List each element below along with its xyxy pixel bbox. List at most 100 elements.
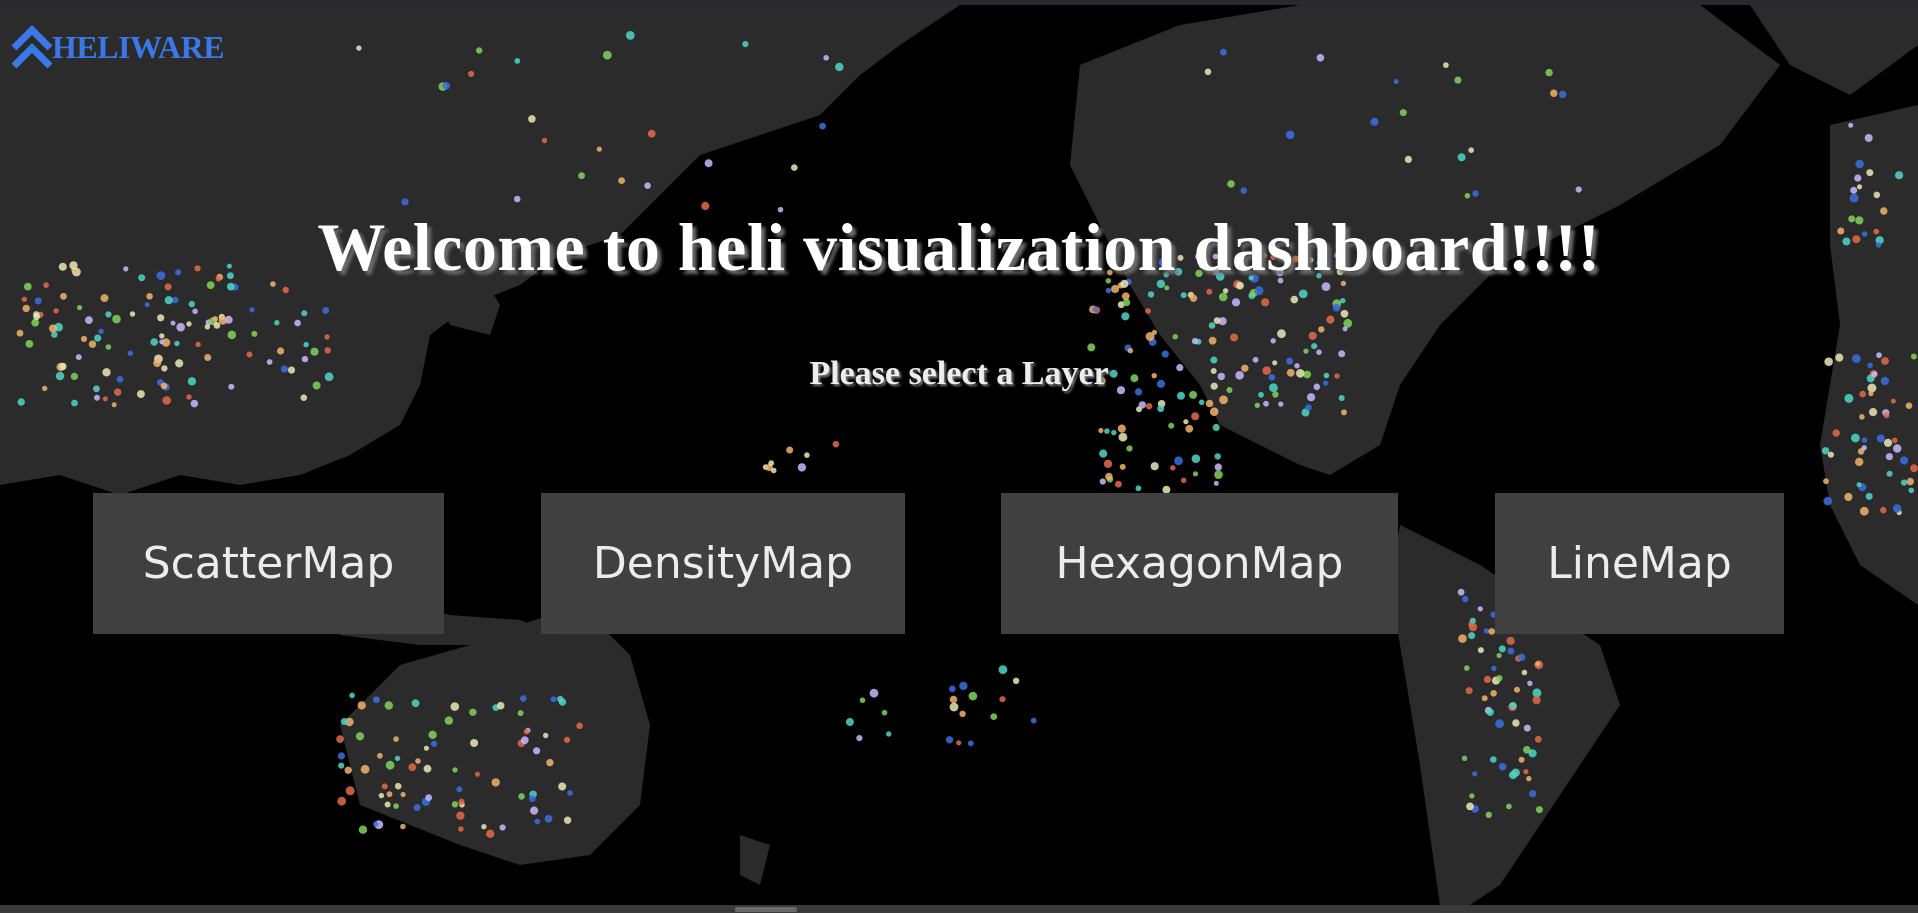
map-point <box>77 305 83 311</box>
densitymap-button[interactable]: DensityMap <box>541 493 905 634</box>
map-point <box>1209 407 1219 417</box>
map-point <box>188 300 195 308</box>
map-point <box>550 696 557 703</box>
map-point <box>1535 661 1541 667</box>
map-point <box>1126 445 1133 452</box>
map-point <box>378 792 385 799</box>
map-point <box>1311 343 1318 350</box>
map-point <box>450 702 460 711</box>
map-point <box>1030 717 1037 724</box>
map-point <box>470 739 479 747</box>
linemap-button[interactable]: LineMap <box>1495 493 1784 634</box>
map-point <box>1496 675 1503 682</box>
map-point <box>886 731 892 737</box>
map-point <box>381 783 388 790</box>
map-point <box>373 821 379 827</box>
map-point <box>959 681 968 691</box>
map-point <box>1468 147 1474 153</box>
map-point <box>647 129 656 138</box>
map-point <box>1290 295 1299 304</box>
map-point <box>1908 487 1915 494</box>
map-point <box>1848 122 1854 128</box>
map-point <box>400 791 406 798</box>
page-subtitle: Please select a Layer <box>809 355 1109 392</box>
map-point <box>528 795 536 802</box>
map-point <box>336 735 344 743</box>
map-point <box>150 338 158 346</box>
map-point <box>356 45 362 51</box>
map-point <box>546 758 554 767</box>
map-point <box>98 328 104 335</box>
map-point <box>1850 186 1858 194</box>
map-point <box>1464 665 1470 671</box>
map-point <box>1485 811 1493 818</box>
map-point <box>1461 755 1468 761</box>
map-point <box>1518 653 1526 661</box>
map-point <box>1491 665 1497 672</box>
map-point <box>625 31 635 40</box>
map-point <box>456 811 465 820</box>
map-point <box>1254 286 1264 296</box>
world-map-background[interactable] <box>0 5 1918 905</box>
map-point <box>31 318 40 327</box>
map-point <box>1191 412 1200 421</box>
map-point <box>282 286 289 294</box>
map-point <box>144 302 150 308</box>
horizontal-scrollbar[interactable] <box>0 905 1918 913</box>
map-point <box>16 329 24 337</box>
map-point <box>517 710 524 717</box>
scrollbar-thumb[interactable] <box>735 907 797 912</box>
map-point <box>337 796 347 806</box>
map-point <box>1170 465 1176 471</box>
map-point <box>60 292 67 300</box>
map-point <box>1087 343 1096 352</box>
map-point <box>530 806 539 815</box>
map-point <box>468 70 475 77</box>
map-point <box>845 718 854 726</box>
map-point <box>968 691 978 701</box>
map-point <box>1466 802 1474 811</box>
map-point <box>959 710 966 717</box>
map-point <box>1370 117 1379 126</box>
scattermap-button[interactable]: ScatterMap <box>93 493 444 634</box>
map-point <box>458 826 464 832</box>
map-point <box>300 394 308 402</box>
map-point <box>1575 186 1582 193</box>
map-point <box>413 804 421 811</box>
map-point <box>251 330 258 337</box>
map-point <box>881 709 888 716</box>
hexagonmap-button[interactable]: HexagonMap <box>1001 493 1398 634</box>
heliware-logo[interactable]: HELIWARE <box>10 22 225 72</box>
map-point <box>425 794 433 801</box>
map-point <box>423 745 429 751</box>
map-point <box>491 778 500 787</box>
map-point <box>967 740 974 747</box>
map-point <box>1856 184 1863 190</box>
map-point <box>1177 391 1185 400</box>
map-point <box>949 702 959 712</box>
map-point <box>88 340 97 348</box>
map-point <box>1532 688 1542 698</box>
map-point <box>428 730 437 739</box>
map-point <box>1528 749 1537 758</box>
map-point <box>277 347 285 355</box>
map-point <box>1855 457 1864 467</box>
map-point <box>1111 429 1117 436</box>
map-point <box>1212 423 1220 432</box>
map-point <box>945 736 954 744</box>
map-point <box>385 760 395 770</box>
map-point <box>1191 454 1201 464</box>
map-point <box>386 791 393 798</box>
map-point <box>998 665 1008 674</box>
map-point <box>602 50 612 60</box>
map-point <box>294 319 301 327</box>
map-point <box>1490 756 1497 763</box>
map-point <box>1219 395 1228 405</box>
map-point <box>80 335 88 342</box>
map-point <box>1472 190 1479 197</box>
map-point <box>1827 451 1834 458</box>
map-point <box>100 294 109 303</box>
map-point <box>1883 438 1893 447</box>
map-point <box>1526 775 1532 782</box>
map-point <box>213 322 221 329</box>
